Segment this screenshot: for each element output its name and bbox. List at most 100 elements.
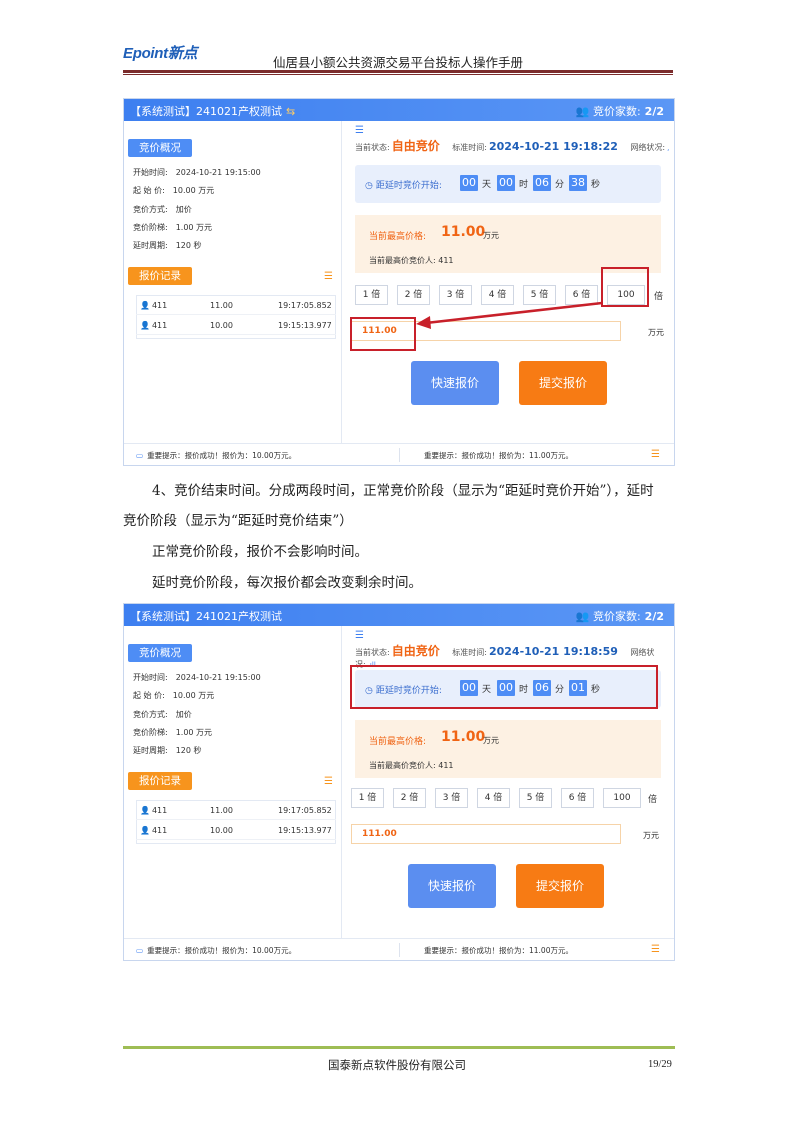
std-time-label: 标准时间: [452,648,487,657]
bidders-label: 竞价家数: [592,610,641,623]
list-icon[interactable]: ☰ [324,776,333,787]
std-time-value: 2024-10-21 19:18:59 [488,645,618,658]
bidding-screenshot-1: 【系统测试】241021产权测试 ⇆ 👥 竞价家数: 2/2 竞价概况 开始时间: … [123,98,675,466]
multiplier-3-button[interactable]: 3 倍 [435,788,468,808]
countdown-days: 00 [460,175,478,191]
highest-price-label: 当前最高价格: [369,737,427,747]
std-time-value: 2024-10-21 19:18:22 [488,140,618,153]
status-line: 当前状态: 自由竞价 标准时间: 2024-10-21 19:18:22 网络状况:… [355,137,669,154]
info-delay-cycle: 延时周期: 120 秒 [133,241,202,250]
title-bar: 【系统测试】241021产权测试 ⇆ 👥 竞价家数: 2/2 [124,99,674,121]
unit-minute: 分 [555,180,565,190]
divider [399,448,400,462]
notice-right: 重要提示：报价成功！报价为：11.00万元。 [424,946,573,955]
project-title: 【系统测试】241021产权测试 [130,610,282,623]
highest-price-box: 当前最高价格: 11.00 万元 当前最高价竞价人: 411 [355,215,661,273]
notice-left: 重要提示：报价成功！报价为：10.00万元。 [147,451,297,460]
highest-price-value: 11.00 [441,729,486,745]
quick-bid-button[interactable]: 快速报价 [408,864,496,908]
custom-multiplier-input[interactable]: 100 [603,788,641,808]
user-icon: 👤 411 [140,826,168,835]
overview-title: 竞价概况 [128,644,192,662]
project-title: 【系统测试】241021产权测试 [130,105,282,118]
multiplier-4-button[interactable]: 4 倍 [477,788,510,808]
menu-icon[interactable]: ☰ [651,944,660,955]
record-time: 19:15:13.977 [278,321,332,330]
std-time-label: 标准时间: [452,143,487,152]
record-price: 10.00 [210,321,233,330]
highlight-bid-amount [350,317,416,351]
record-row: 👤 411 10.00 19:15:13.977 [136,822,336,840]
highest-price-unit: 万元 [483,736,499,745]
info-delay-cycle: 延时周期: 120 秒 [133,746,202,755]
record-price: 10.00 [210,826,233,835]
network-signal-icon: , [667,144,670,152]
record-time: 19:17:05.852 [278,806,332,815]
overview-title: 竞价概况 [128,139,192,157]
multiplier-1-button[interactable]: 1 倍 [355,285,388,305]
info-start-price: 起 始 价: 10.00 万元 [133,691,215,700]
paragraph-4-line1: 4、竞价结束时间。分成两段时间，正常竞价阶段（显示为“距延时竞价开始”），延时 [152,483,654,499]
page-header: Epoint新点 仙居县小额公共资源交易平台投标人操作手册 [123,38,673,75]
footer-company: 国泰新点软件股份有限公司 [328,1058,466,1072]
paragraph-4-line2: 竞价阶段（显示为“距延时竞价结束”） [123,513,353,529]
bid-amount-input[interactable]: 111.00 [351,824,621,844]
bid-amount-unit: 万元 [648,328,664,337]
submit-bid-button[interactable]: 提交报价 [519,361,607,405]
unit-day: 天 [482,180,492,190]
paragraph-delay-stage: 延时竞价阶段，每次报价都会改变剩余时间。 [152,575,422,591]
highest-price-box: 当前最高价格: 11.00 万元 当前最高价竞价人: 411 [355,720,661,778]
header-rule-thin [123,74,673,75]
countdown-minutes: 06 [533,175,551,191]
message-icon: ▭ [136,451,144,460]
network-label: 网络状况: [630,143,666,152]
message-icon: ▭ [136,946,144,955]
multiplier-6-button[interactable]: 6 倍 [561,788,594,808]
submit-bid-button[interactable]: 提交报价 [516,864,604,908]
notice-right: 重要提示：报价成功！报价为：11.00万元。 [424,451,573,460]
info-start-time: 开始时间: 2024-10-21 19:15:00 [133,168,261,177]
left-pane: 竞价概况 开始时间: 2024-10-21 19:15:00 起 始 价: 10… [124,626,342,938]
divider [399,943,400,957]
record-price: 11.00 [210,806,233,815]
info-start-time: 开始时间: 2024-10-21 19:15:00 [133,673,261,682]
quick-bid-button[interactable]: 快速报价 [411,361,499,405]
highlight-countdown [350,665,658,709]
info-bid-mode: 竞价方式: 加价 [133,205,192,214]
page-number: 19/29 [648,1059,672,1070]
status-label: 当前状态: [355,648,390,657]
bidders-count: 2/2 [644,105,664,118]
clock-icon: ◷ [365,181,373,191]
record-row: 👤 411 11.00 19:17:05.852 [136,802,336,820]
highest-price-unit: 万元 [483,231,499,240]
countdown-seconds: 38 [569,175,587,191]
notice-bar: ▭ 重要提示：报价成功！报价为：10.00万元。 重要提示：报价成功！报价为：11… [124,443,674,465]
record-price: 11.00 [210,301,233,310]
highest-bidder: 当前最高价竞价人: 411 [369,761,454,770]
status-label: 当前状态: [355,143,390,152]
bid-amount-unit: 万元 [643,831,659,840]
info-start-price: 起 始 价: 10.00 万元 [133,186,215,195]
info-bid-step: 竞价阶梯: 1.00 万元 [133,223,213,232]
left-pane: 竞价概况 开始时间: 2024-10-21 19:15:00 起 始 价: 10… [124,121,342,443]
list-icon[interactable]: ☰ [324,271,333,282]
users-icon: 👥 [575,105,590,118]
user-icon: 👤 411 [140,321,168,330]
menu-icon[interactable]: ☰ [651,449,660,460]
footer-rule [123,1046,675,1049]
multiplier-1-button[interactable]: 1 倍 [351,788,384,808]
info-bid-mode: 竞价方式: 加价 [133,710,192,719]
collapse-menu-icon[interactable]: ☰ [355,630,364,641]
bidders-count: 2/2 [644,610,664,623]
record-time: 19:15:13.977 [278,826,332,835]
users-icon: 👥 [575,610,590,623]
multiplier-2-button[interactable]: 2 倍 [393,788,426,808]
multiplier-unit: 倍 [648,795,658,805]
status-value: 自由竞价 [391,644,440,658]
unit-hour: 时 [519,180,529,190]
highest-bidder: 当前最高价竞价人: 411 [369,256,454,265]
collapse-menu-icon[interactable]: ☰ [355,125,364,136]
multiplier-5-button[interactable]: 5 倍 [519,788,552,808]
status-value: 自由竞价 [391,139,440,153]
switch-icon[interactable]: ⇆ [286,105,295,118]
